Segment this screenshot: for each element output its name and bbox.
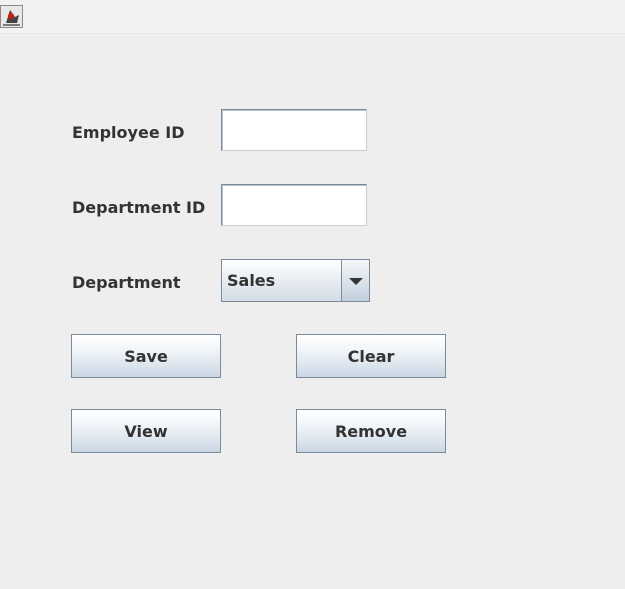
- title-bar: [0, 0, 625, 34]
- employee-id-label: Employee ID: [72, 123, 185, 142]
- department-id-field[interactable]: [221, 184, 367, 226]
- department-dropdown[interactable]: Sales: [221, 259, 370, 302]
- department-id-label: Department ID: [72, 198, 206, 217]
- dropdown-arrow-button[interactable]: [341, 260, 369, 301]
- department-selected-value: Sales: [227, 271, 276, 290]
- java-duke-icon[interactable]: [0, 5, 23, 28]
- chevron-down-icon: [349, 278, 363, 285]
- view-button[interactable]: View: [71, 409, 221, 453]
- employee-id-field[interactable]: [221, 109, 367, 151]
- department-label: Department: [72, 273, 181, 292]
- remove-button[interactable]: Remove: [296, 409, 446, 453]
- save-button[interactable]: Save: [71, 334, 221, 378]
- app-window: Employee ID Department ID Department Sal…: [0, 0, 625, 589]
- clear-button[interactable]: Clear: [296, 334, 446, 378]
